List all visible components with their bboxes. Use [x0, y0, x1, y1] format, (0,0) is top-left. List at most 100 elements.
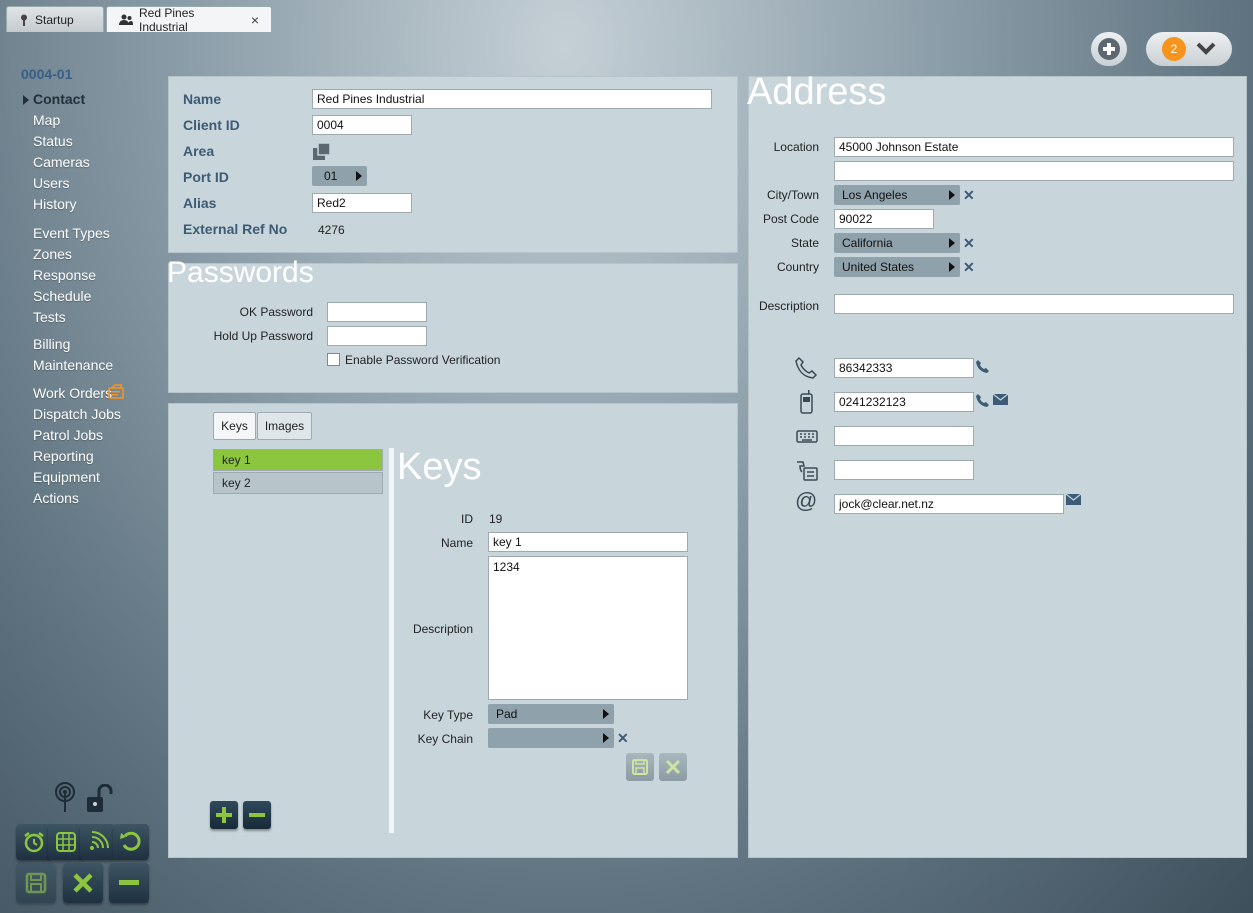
country-clear-icon[interactable]: ✕ — [963, 260, 975, 274]
close-icon — [665, 759, 681, 775]
sidebar-item-map[interactable]: Map — [33, 112, 60, 128]
other-phone-input[interactable] — [834, 460, 974, 480]
port-id-select[interactable]: 01 — [312, 166, 367, 186]
close-icon[interactable]: × — [251, 12, 259, 28]
country-select[interactable]: United States — [834, 257, 960, 277]
location-line1-input[interactable] — [834, 137, 1234, 157]
sidebar-item-work-orders[interactable]: Work Orders — [33, 385, 112, 401]
key-save-button[interactable] — [626, 753, 654, 781]
sidebar-item-reporting[interactable]: Reporting — [33, 448, 94, 464]
caret-right-icon — [603, 709, 609, 719]
sidebar-item-billing[interactable]: Billing — [33, 336, 70, 352]
refresh-icon — [120, 831, 141, 851]
notifications-button[interactable]: 2 — [1146, 32, 1232, 66]
sidebar-item-status[interactable]: Status — [33, 133, 73, 149]
alias-input[interactable] — [312, 193, 412, 213]
key-chain-clear-icon[interactable]: ✕ — [617, 731, 629, 745]
add-button[interactable] — [1091, 32, 1127, 66]
address-title: Address — [747, 71, 887, 113]
sidebar-item-zones[interactable]: Zones — [33, 246, 72, 262]
save-button-disabled — [16, 863, 56, 903]
verify-checkbox[interactable] — [327, 353, 340, 366]
area-selector-icon[interactable] — [312, 142, 332, 162]
sidebar-item-dispatch-jobs[interactable]: Dispatch Jobs — [33, 406, 121, 422]
tab-startup[interactable]: Startup — [6, 6, 104, 32]
key-name-input[interactable] — [488, 532, 688, 552]
sidebar-item-event-types[interactable]: Event Types — [33, 225, 110, 241]
city-clear-icon[interactable]: ✕ — [963, 188, 975, 202]
state-select[interactable]: California — [834, 233, 960, 253]
globe-grid-icon — [56, 832, 76, 852]
sidebar-item-tests[interactable]: Tests — [33, 309, 66, 325]
work-order-icon — [108, 384, 124, 399]
plus-icon — [1098, 38, 1120, 60]
key-type-select[interactable]: Pad — [488, 704, 614, 724]
alarm-clock-button[interactable] — [16, 824, 52, 860]
name-label: Name — [183, 91, 222, 107]
external-ref-value: 4276 — [318, 223, 345, 237]
list-item-key-1[interactable]: key 1 — [213, 449, 383, 471]
key-chain-select[interactable] — [488, 728, 614, 748]
client-id-label: Client ID — [183, 117, 240, 133]
sidebar-item-cameras[interactable]: Cameras — [33, 154, 90, 170]
list-item-key-2[interactable]: key 2 — [213, 472, 383, 494]
location-line2-input[interactable] — [834, 161, 1234, 181]
name-input[interactable] — [312, 89, 712, 109]
sidebar-item-equipment[interactable]: Equipment — [33, 469, 100, 485]
address-description-input[interactable] — [834, 294, 1234, 314]
sms-icon[interactable] — [993, 394, 1008, 405]
plus-icon — [216, 807, 232, 823]
refresh-button[interactable] — [113, 824, 149, 860]
state-label: State — [790, 236, 819, 250]
state-clear-icon[interactable]: ✕ — [963, 236, 975, 250]
add-key-button[interactable] — [210, 801, 238, 829]
postcode-input[interactable] — [834, 209, 934, 229]
tab-label: Red Pines Industrial — [139, 5, 195, 34]
address-description-label: Description — [758, 299, 819, 313]
city-select[interactable]: Los Angeles — [834, 185, 960, 205]
notification-badge: 2 — [1162, 37, 1186, 61]
sidebar-item-actions[interactable]: Actions — [33, 490, 79, 506]
sidebar-item-patrol-jobs[interactable]: Patrol Jobs — [33, 427, 103, 443]
passwords-title: Passwords — [167, 256, 314, 289]
cancel-button[interactable] — [63, 863, 103, 903]
save-icon — [25, 872, 47, 894]
key-type-label: Key Type — [423, 708, 473, 722]
ok-password-input[interactable] — [327, 302, 427, 322]
external-ref-label: External Ref No — [183, 221, 288, 237]
key-icon — [21, 14, 27, 26]
signal-button[interactable] — [80, 824, 116, 860]
mail-icon[interactable] — [1066, 494, 1081, 505]
client-id-input[interactable] — [312, 115, 412, 135]
sidebar-item-contact[interactable]: Contact — [33, 91, 85, 107]
holdup-password-label: Hold Up Password — [213, 329, 313, 343]
sidebar-item-schedule[interactable]: Schedule — [33, 288, 91, 304]
delete-button[interactable] — [109, 863, 149, 903]
email-input[interactable] — [834, 494, 1064, 514]
sidebar-item-history[interactable]: History — [33, 196, 77, 212]
sidebar-item-users[interactable]: Users — [33, 175, 70, 191]
mobile-input[interactable] — [834, 392, 974, 412]
call-icon[interactable] — [976, 359, 990, 373]
grid-globe-button[interactable] — [48, 824, 84, 860]
fax-input[interactable] — [834, 426, 974, 446]
sidebar-item-response[interactable]: Response — [33, 267, 96, 283]
remove-key-button[interactable] — [243, 801, 271, 829]
sidebar-item-maintenance[interactable]: Maintenance — [33, 357, 113, 373]
caret-right-icon — [949, 190, 955, 200]
keyboard-icon — [796, 430, 818, 443]
email-at-icon: @ — [795, 488, 818, 513]
antenna-icon — [55, 782, 75, 812]
tab-red-pines[interactable]: Red Pines Industrial × — [106, 5, 272, 34]
tab-images[interactable]: Images — [257, 412, 312, 440]
chevron-down-icon — [1196, 42, 1216, 55]
key-id-label: ID — [461, 512, 473, 526]
keys-title: Keys — [397, 446, 482, 488]
call-icon[interactable] — [976, 393, 990, 407]
tab-keys[interactable]: Keys — [213, 412, 256, 440]
phone-input[interactable] — [834, 358, 974, 378]
key-description-textarea[interactable]: 1234 — [488, 556, 688, 700]
key-cancel-button[interactable] — [659, 753, 687, 781]
postcode-label: Post Code — [762, 212, 819, 226]
holdup-password-input[interactable] — [327, 326, 427, 346]
